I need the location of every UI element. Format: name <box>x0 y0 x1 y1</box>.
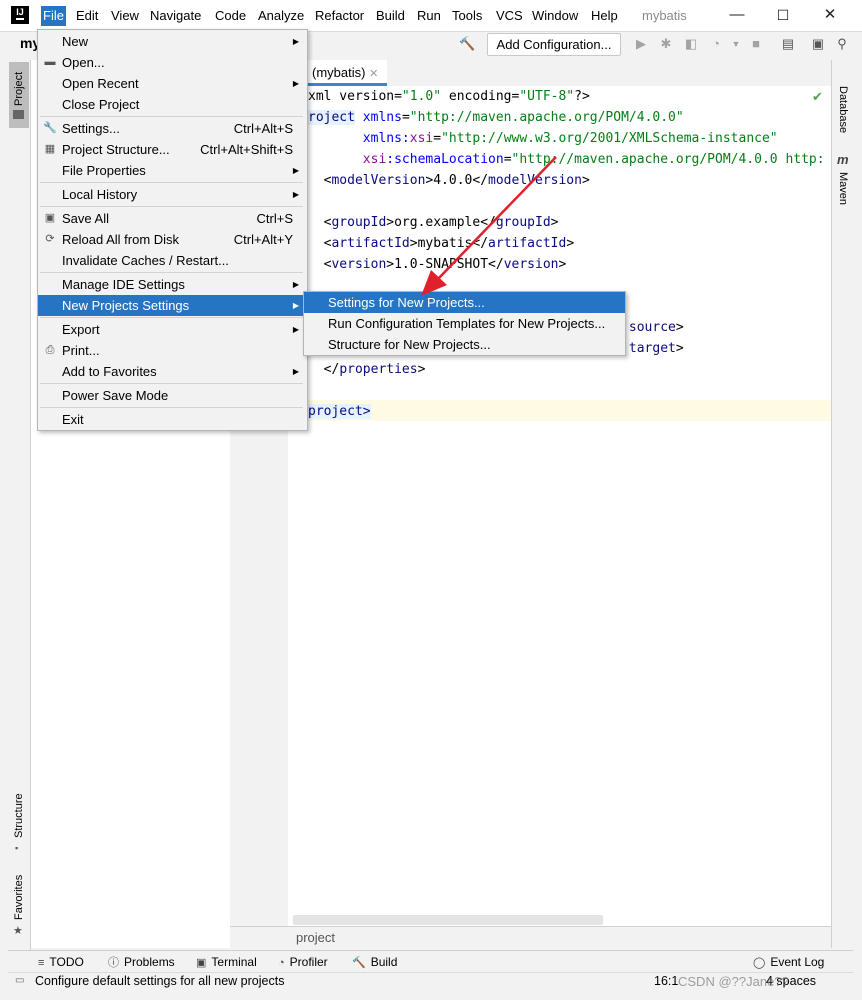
annotation-arrow <box>421 156 557 296</box>
